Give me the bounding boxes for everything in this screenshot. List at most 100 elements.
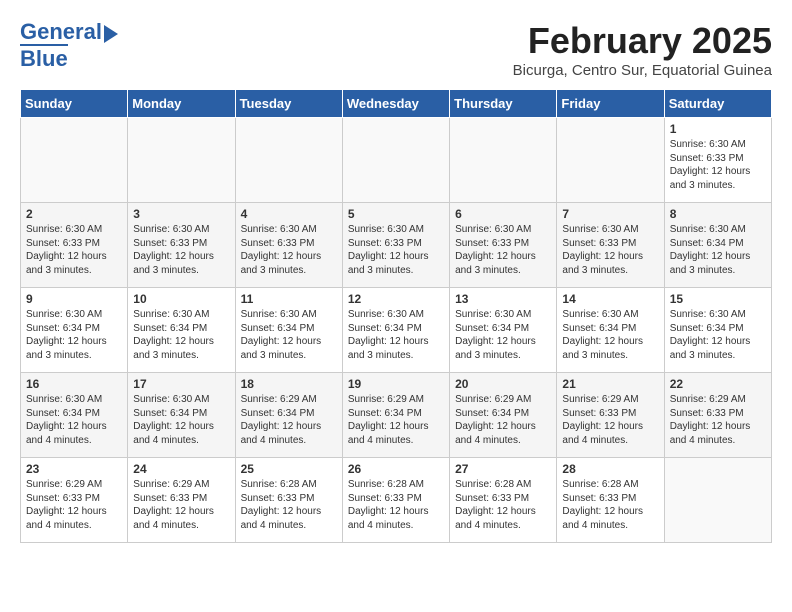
title-area: February 2025 Bicurga, Centro Sur, Equat… [513, 20, 772, 79]
weekday-header-row: SundayMondayTuesdayWednesdayThursdayFrid… [21, 90, 772, 118]
calendar-cell: 11 Sunrise: 6:30 AM Sunset: 6:34 PM Dayli… [235, 288, 342, 373]
calendar-cell: 26 Sunrise: 6:28 AM Sunset: 6:33 PM Dayli… [342, 458, 449, 543]
weekday-header-saturday: Saturday [664, 90, 771, 118]
cell-content: Sunrise: 6:30 AM Sunset: 6:34 PM Dayligh… [26, 308, 122, 362]
day-number: 23 [26, 462, 122, 476]
cell-content: Sunrise: 6:30 AM Sunset: 6:33 PM Dayligh… [348, 223, 444, 277]
calendar-cell [664, 458, 771, 543]
logo-text-general: General [20, 20, 102, 44]
day-number: 25 [241, 462, 337, 476]
cell-content: Sunrise: 6:29 AM Sunset: 6:33 PM Dayligh… [562, 393, 658, 447]
cell-content: Sunrise: 6:30 AM Sunset: 6:33 PM Dayligh… [133, 223, 229, 277]
calendar-cell: 9 Sunrise: 6:30 AM Sunset: 6:34 PM Daylig… [21, 288, 128, 373]
day-number: 20 [455, 377, 551, 391]
cell-content: Sunrise: 6:28 AM Sunset: 6:33 PM Dayligh… [562, 478, 658, 532]
calendar-cell: 17 Sunrise: 6:30 AM Sunset: 6:34 PM Dayli… [128, 373, 235, 458]
calendar-cell: 12Sunrise: 6:30 AM Sunset: 6:34 PM Dayli… [342, 288, 449, 373]
logo: General Blue [20, 20, 118, 71]
calendar-cell [557, 118, 664, 203]
day-number: 1 [670, 122, 766, 136]
logo-arrow-icon [104, 25, 118, 43]
calendar-cell: 6Sunrise: 6:30 AM Sunset: 6:33 PM Daylig… [450, 203, 557, 288]
day-number: 17 [133, 377, 229, 391]
calendar-cell: 22 Sunrise: 6:29 AM Sunset: 6:33 PM Dayli… [664, 373, 771, 458]
calendar-cell: 1 Sunrise: 6:30 AM Sunset: 6:33 PM Daylig… [664, 118, 771, 203]
calendar-cell: 7 Sunrise: 6:30 AM Sunset: 6:33 PM Daylig… [557, 203, 664, 288]
cell-content: Sunrise: 6:30 AM Sunset: 6:34 PM Dayligh… [241, 308, 337, 362]
location-title: Bicurga, Centro Sur, Equatorial Guinea [513, 62, 772, 79]
calendar-cell [235, 118, 342, 203]
month-title: February 2025 [513, 20, 772, 62]
weekday-header-thursday: Thursday [450, 90, 557, 118]
day-number: 26 [348, 462, 444, 476]
day-number: 4 [241, 207, 337, 221]
cell-content: Sunrise: 6:29 AM Sunset: 6:34 PM Dayligh… [348, 393, 444, 447]
weekday-header-monday: Monday [128, 90, 235, 118]
calendar-cell: 19 Sunrise: 6:29 AM Sunset: 6:34 PM Dayli… [342, 373, 449, 458]
day-number: 7 [562, 207, 658, 221]
cell-content: Sunrise: 6:28 AM Sunset: 6:33 PM Dayligh… [455, 478, 551, 532]
weekday-header-tuesday: Tuesday [235, 90, 342, 118]
calendar-cell: 4Sunrise: 6:30 AM Sunset: 6:33 PM Daylig… [235, 203, 342, 288]
day-number: 10 [133, 292, 229, 306]
calendar-cell: 2 Sunrise: 6:30 AM Sunset: 6:33 PM Daylig… [21, 203, 128, 288]
calendar-cell: 8 Sunrise: 6:30 AM Sunset: 6:34 PM Daylig… [664, 203, 771, 288]
day-number: 5 [348, 207, 444, 221]
calendar-cell: 5 Sunrise: 6:30 AM Sunset: 6:33 PM Daylig… [342, 203, 449, 288]
calendar-cell: 10 Sunrise: 6:30 AM Sunset: 6:34 PM Dayli… [128, 288, 235, 373]
day-number: 18 [241, 377, 337, 391]
cell-content: Sunrise: 6:30 AM Sunset: 6:34 PM Dayligh… [455, 308, 551, 362]
week-row-2: 9 Sunrise: 6:30 AM Sunset: 6:34 PM Daylig… [21, 288, 772, 373]
cell-content: Sunrise: 6:30 AM Sunset: 6:34 PM Dayligh… [348, 308, 444, 362]
cell-content: Sunrise: 6:28 AM Sunset: 6:33 PM Dayligh… [241, 478, 337, 532]
cell-content: Sunrise: 6:30 AM Sunset: 6:33 PM Dayligh… [670, 138, 766, 192]
cell-content: Sunrise: 6:30 AM Sunset: 6:34 PM Dayligh… [133, 308, 229, 362]
day-number: 28 [562, 462, 658, 476]
day-number: 27 [455, 462, 551, 476]
cell-content: Sunrise: 6:30 AM Sunset: 6:34 PM Dayligh… [670, 223, 766, 277]
week-row-1: 2 Sunrise: 6:30 AM Sunset: 6:33 PM Daylig… [21, 203, 772, 288]
day-number: 2 [26, 207, 122, 221]
cell-content: Sunrise: 6:29 AM Sunset: 6:34 PM Dayligh… [241, 393, 337, 447]
calendar-cell: 15Sunrise: 6:30 AM Sunset: 6:34 PM Dayli… [664, 288, 771, 373]
weekday-header-sunday: Sunday [21, 90, 128, 118]
cell-content: Sunrise: 6:30 AM Sunset: 6:34 PM Dayligh… [26, 393, 122, 447]
calendar-cell: 3Sunrise: 6:30 AM Sunset: 6:33 PM Daylig… [128, 203, 235, 288]
week-row-3: 16 Sunrise: 6:30 AM Sunset: 6:34 PM Dayli… [21, 373, 772, 458]
cell-content: Sunrise: 6:30 AM Sunset: 6:33 PM Dayligh… [26, 223, 122, 277]
cell-content: Sunrise: 6:30 AM Sunset: 6:33 PM Dayligh… [562, 223, 658, 277]
day-number: 9 [26, 292, 122, 306]
calendar-cell: 25 Sunrise: 6:28 AM Sunset: 6:33 PM Dayli… [235, 458, 342, 543]
day-number: 8 [670, 207, 766, 221]
calendar-cell: 20 Sunrise: 6:29 AM Sunset: 6:34 PM Dayli… [450, 373, 557, 458]
calendar-cell: 24 Sunrise: 6:29 AM Sunset: 6:33 PM Dayli… [128, 458, 235, 543]
day-number: 24 [133, 462, 229, 476]
cell-content: Sunrise: 6:29 AM Sunset: 6:33 PM Dayligh… [26, 478, 122, 532]
day-number: 19 [348, 377, 444, 391]
calendar-cell: 13Sunrise: 6:30 AM Sunset: 6:34 PM Dayli… [450, 288, 557, 373]
weekday-header-wednesday: Wednesday [342, 90, 449, 118]
day-number: 22 [670, 377, 766, 391]
cell-content: Sunrise: 6:29 AM Sunset: 6:33 PM Dayligh… [670, 393, 766, 447]
day-number: 16 [26, 377, 122, 391]
cell-content: Sunrise: 6:30 AM Sunset: 6:34 PM Dayligh… [670, 308, 766, 362]
cell-content: Sunrise: 6:28 AM Sunset: 6:33 PM Dayligh… [348, 478, 444, 532]
calendar-table: SundayMondayTuesdayWednesdayThursdayFrid… [20, 89, 772, 543]
day-number: 21 [562, 377, 658, 391]
day-number: 11 [241, 292, 337, 306]
calendar-cell: 28 Sunrise: 6:28 AM Sunset: 6:33 PM Dayli… [557, 458, 664, 543]
calendar-cell: 21 Sunrise: 6:29 AM Sunset: 6:33 PM Dayli… [557, 373, 664, 458]
calendar-cell: 23 Sunrise: 6:29 AM Sunset: 6:33 PM Dayli… [21, 458, 128, 543]
week-row-0: 1 Sunrise: 6:30 AM Sunset: 6:33 PM Daylig… [21, 118, 772, 203]
cell-content: Sunrise: 6:30 AM Sunset: 6:34 PM Dayligh… [133, 393, 229, 447]
calendar-cell [128, 118, 235, 203]
cell-content: Sunrise: 6:30 AM Sunset: 6:34 PM Dayligh… [562, 308, 658, 362]
calendar-cell: 18 Sunrise: 6:29 AM Sunset: 6:34 PM Dayli… [235, 373, 342, 458]
cell-content: Sunrise: 6:29 AM Sunset: 6:34 PM Dayligh… [455, 393, 551, 447]
week-row-4: 23 Sunrise: 6:29 AM Sunset: 6:33 PM Dayli… [21, 458, 772, 543]
logo-text-blue: Blue [20, 44, 68, 71]
cell-content: Sunrise: 6:29 AM Sunset: 6:33 PM Dayligh… [133, 478, 229, 532]
cell-content: Sunrise: 6:30 AM Sunset: 6:33 PM Dayligh… [455, 223, 551, 277]
calendar-cell: 16 Sunrise: 6:30 AM Sunset: 6:34 PM Dayli… [21, 373, 128, 458]
calendar-cell: 14Sunrise: 6:30 AM Sunset: 6:34 PM Dayli… [557, 288, 664, 373]
